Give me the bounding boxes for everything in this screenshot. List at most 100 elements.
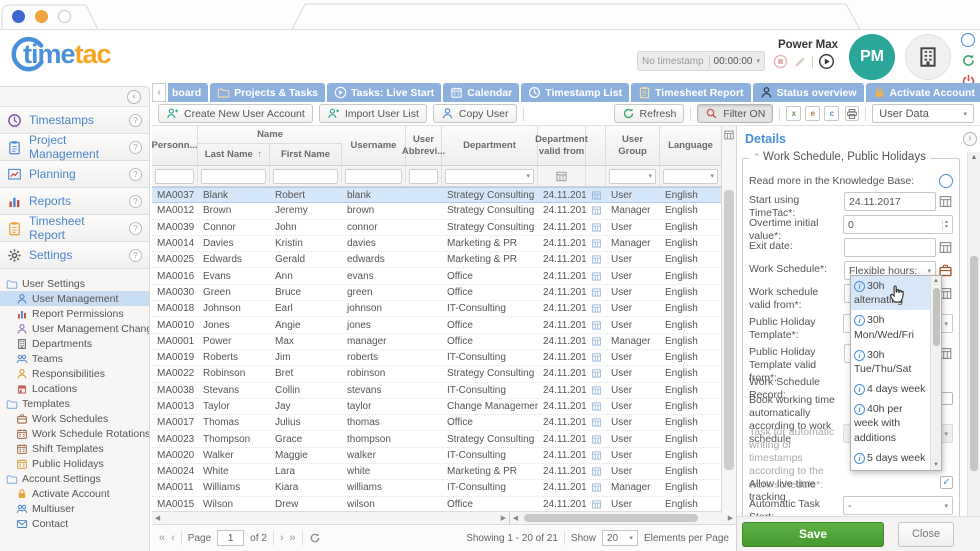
help-icon[interactable]: ? — [129, 113, 142, 127]
help-icon[interactable]: ? — [129, 167, 142, 181]
tree-item-activate-account[interactable]: Activate Account — [0, 486, 149, 501]
organization-button[interactable] — [905, 34, 951, 80]
filter-calendar-button[interactable] — [555, 170, 568, 183]
date-picker-button[interactable] — [938, 194, 953, 209]
scrollbar-thumb[interactable] — [970, 256, 978, 471]
column-header-department[interactable]: Department — [442, 126, 538, 165]
window-dot-blue[interactable] — [12, 10, 25, 23]
column-header-first-name[interactable]: First Name — [270, 144, 342, 165]
filter-on-button[interactable]: Filter ON — [697, 104, 774, 123]
tab-activate-account[interactable]: Activate Account — [865, 83, 980, 102]
next-page-button[interactable]: › — [280, 532, 284, 544]
tab-board[interactable]: board — [168, 83, 209, 102]
row-calendar-icon[interactable] — [586, 350, 606, 365]
pencil-icon[interactable] — [793, 55, 807, 69]
tree-item-contact[interactable]: Contact — [0, 516, 149, 531]
tree-item-user-management[interactable]: User Management — [0, 291, 149, 306]
tree-item-teams[interactable]: Teams — [0, 351, 149, 366]
table-row-MA0039[interactable]: MA0039 Connor John connor Strategy Consultin… — [152, 220, 722, 236]
tree-item-templates[interactable]: Templates — [0, 396, 149, 411]
number-input[interactable]: 0 ▴ ▾ — [843, 215, 953, 234]
column-header-user-abbrevi[interactable]: User Abbrevi... — [402, 126, 445, 165]
table-row-MA0015[interactable]: MA0015 Wilson Drew wilson Office 24.11.2017 Us… — [152, 497, 722, 511]
tree-item-shift-templates[interactable]: Shift Templates — [0, 441, 149, 456]
tab-projects-tasks[interactable]: Projects & Tasks — [210, 83, 326, 102]
sidebar-item-timesheet-report[interactable]: Timesheet Report? — [0, 214, 149, 242]
sidebar-item-planning[interactable]: Planning? — [0, 161, 149, 188]
row-calendar-icon[interactable] — [586, 399, 606, 414]
details-scrollbar[interactable]: ▲ — [967, 152, 980, 516]
tree-item-account-settings[interactable]: Account Settings — [0, 471, 149, 486]
table-row-MA0016[interactable]: MA0016 Evans Ann evans Office 24.11.2017 User E… — [152, 268, 722, 285]
table-row-MA0020[interactable]: MA0020 Walker Maggie walker IT-Consulting 24.… — [152, 448, 722, 465]
table-row-MA0024[interactable]: MA0024 White Lara white Marketing & PR 24.11.… — [152, 464, 722, 481]
spinner-buttons[interactable]: ▴ ▾ — [941, 219, 948, 230]
window-dot-yellow[interactable] — [35, 10, 48, 23]
table-row-MA0030[interactable]: MA0030 Green Bruce green Office 24.11.2017 Use… — [152, 285, 722, 302]
table-row-MA0001[interactable]: MA0001 Power Max manager Office 24.11.2017 Man… — [152, 334, 722, 350]
play-icon[interactable] — [818, 53, 835, 70]
date-picker-button[interactable] — [938, 240, 953, 255]
row-calendar-icon[interactable] — [586, 203, 606, 218]
tree-item-public-holidays[interactable]: Public Holidays — [0, 456, 149, 471]
export-x-icon[interactable]: x — [786, 106, 802, 121]
tree-item-work-schedules[interactable]: Work Schedules — [0, 411, 149, 426]
row-calendar-icon[interactable] — [586, 252, 606, 267]
column-header-language[interactable]: Language — [660, 126, 722, 165]
scrollbar-thumb[interactable] — [524, 514, 698, 522]
checkbox-checked[interactable]: ✓ — [940, 476, 953, 489]
row-calendar-icon[interactable] — [586, 415, 606, 430]
row-calendar-icon[interactable] — [586, 236, 606, 251]
tab-tasks-live-start[interactable]: Tasks: Live Start — [327, 83, 442, 102]
column-header-last-name[interactable]: Last Name ↑ — [198, 144, 270, 165]
scroll-up-arrow[interactable]: ▲ — [968, 154, 980, 161]
tab-status-overview[interactable]: Status overview — [752, 83, 864, 102]
knowledge-base-help-icon[interactable] — [939, 174, 953, 188]
scroll-left-arrow[interactable]: ◀ — [152, 512, 163, 524]
refresh-button[interactable]: Refresh — [613, 104, 685, 123]
filter-select[interactable]: ▾ — [609, 168, 656, 184]
last-page-button[interactable]: » — [290, 532, 296, 544]
import-user-list-button[interactable]: Import User List — [318, 104, 427, 123]
dropdown-option-30h-alternating[interactable]: i 30h alternating — [851, 276, 930, 311]
table-row-MA0022[interactable]: MA0022 Robinson Bret robinson Strategy Consu… — [152, 366, 722, 383]
table-row-MA0018[interactable]: MA0018 Johnson Earl johnson IT-Consulting 24.… — [152, 301, 722, 318]
tree-item-user-settings[interactable]: User Settings — [0, 276, 149, 291]
collapse-caret-icon[interactable]: ⌃ — [753, 152, 763, 162]
table-row-MA0019[interactable]: MA0019 Roberts Jim roberts IT-Consulting 24.1… — [152, 350, 722, 367]
filter-input[interactable] — [201, 168, 266, 184]
help-icon[interactable]: ? — [129, 140, 142, 154]
tree-item-user-management-changelog[interactable]: User Management Changelog — [0, 321, 149, 336]
column-header-user-group[interactable]: User Group — [606, 126, 660, 165]
row-calendar-icon[interactable] — [586, 220, 606, 235]
row-calendar-icon[interactable] — [586, 334, 606, 349]
print-button[interactable] — [845, 106, 860, 121]
dropdown-option-40h-per-week-with-additions[interactable]: i 40h per week with additions — [851, 399, 930, 448]
table-row-MA0023[interactable]: MA0023 Thompson Grace thompson Strategy Cons… — [152, 431, 722, 448]
tab-calendar[interactable]: Calendar — [443, 83, 520, 102]
tab-timesheet-report[interactable]: Timesheet Report — [631, 83, 751, 102]
page-size-select[interactable]: 20 ▾ — [601, 530, 638, 546]
filter-select[interactable]: ▾ — [445, 168, 534, 184]
tree-item-work-schedule-rotations[interactable]: Work Schedule Rotations — [0, 426, 149, 441]
avatar[interactable]: PM — [849, 34, 895, 80]
details-collapse-button[interactable]: › — [963, 132, 977, 146]
table-row-MA0010[interactable]: MA0010 Jones Angie jones Office 24.11.2017 Use… — [152, 317, 722, 334]
export-c-icon[interactable]: c — [824, 106, 840, 121]
scrollbar-thumb[interactable] — [724, 190, 734, 470]
row-calendar-icon[interactable] — [586, 301, 606, 316]
date-input[interactable]: 24.11.2017 — [844, 192, 936, 211]
window-dot-white[interactable] — [58, 10, 71, 23]
dropdown-option-30h-tue-thu-sat[interactable]: i 30h Tue/Thu/Sat — [851, 345, 930, 379]
dropdown-option-4-days-week[interactable]: i4 days week — [851, 379, 930, 399]
sidebar-collapse-button[interactable]: ‹ — [127, 90, 141, 104]
help-icon[interactable]: ? — [129, 221, 142, 235]
select[interactable]: - ▾ — [843, 496, 953, 515]
row-calendar-icon[interactable] — [586, 366, 606, 381]
table-row-MA0012[interactable]: MA0012 Brown Jeremy brown Strategy Consultin… — [152, 203, 722, 220]
sidebar-item-timestamps[interactable]: Timestamps? — [0, 107, 149, 134]
create-new-user-account-button[interactable]: Create New User Account — [158, 104, 313, 123]
view-select[interactable]: User Data ▾ — [872, 104, 974, 123]
save-button[interactable]: Save — [742, 521, 884, 547]
row-calendar-icon[interactable] — [586, 464, 606, 479]
